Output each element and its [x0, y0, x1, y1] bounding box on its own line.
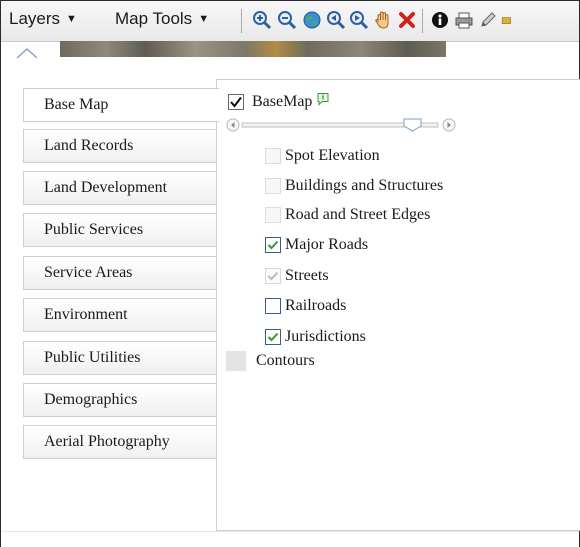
zoom-previous-icon[interactable]: [325, 9, 347, 31]
basemap-checkbox[interactable]: [228, 93, 244, 110]
layer-label: Streets: [285, 267, 329, 284]
map-tools-menu-label: Map Tools: [115, 9, 193, 28]
layer-checkbox[interactable]: [265, 298, 281, 314]
layer-label: Road and Street Edges: [285, 206, 431, 223]
tab-label: Land Records: [44, 137, 134, 154]
basemap-toggle[interactable]: BaseMap: [228, 92, 330, 111]
tab-environment[interactable]: Environment: [23, 298, 217, 332]
layer-spot-elevation[interactable]: Spot Elevation: [265, 147, 380, 165]
tab-demographics[interactable]: Demographics: [23, 383, 217, 417]
collapse-arrow-icon[interactable]: [16, 46, 38, 59]
layer-major-roads[interactable]: Major Roads: [265, 236, 368, 254]
tab-label: Environment: [44, 306, 128, 323]
tab-land-records[interactable]: Land Records: [23, 129, 217, 163]
tab-aerial-photography[interactable]: Aerial Photography: [23, 425, 217, 459]
tab-label: Base Map: [44, 96, 109, 113]
layer-railroads[interactable]: Railroads: [265, 297, 346, 315]
layer-label: Buildings and Structures: [285, 177, 444, 194]
layer-label: Jurisdictions: [285, 328, 366, 345]
tab-public-services[interactable]: Public Services: [23, 213, 217, 247]
zoom-out-icon[interactable]: [276, 9, 298, 31]
contours-toggle[interactable]: Contours: [226, 351, 315, 371]
tab-land-development[interactable]: Land Development: [23, 171, 217, 205]
more-tools-icon[interactable]: [501, 9, 513, 31]
draw-pencil-icon[interactable]: [477, 9, 499, 31]
tab-label: Public Services: [44, 221, 144, 238]
tab-label: Demographics: [44, 391, 138, 408]
layer-label: Spot Elevation: [285, 147, 380, 164]
layer-checkbox[interactable]: [265, 237, 281, 253]
contours-label: Contours: [256, 352, 315, 369]
chevron-down-icon: ▼: [198, 13, 210, 25]
layer-checkbox[interactable]: [265, 268, 281, 284]
zoom-in-icon[interactable]: [251, 9, 273, 31]
layer-jurisdictions[interactable]: Jurisdictions: [265, 328, 366, 346]
pan-hand-icon[interactable]: [372, 9, 394, 31]
toolbar-separator: [422, 9, 423, 33]
tab-base-map[interactable]: Base Map: [23, 88, 219, 122]
info-icon[interactable]: [316, 92, 330, 111]
clear-icon[interactable]: [396, 9, 418, 31]
tab-service-areas[interactable]: Service Areas: [23, 256, 217, 290]
layer-streets[interactable]: Streets: [265, 267, 329, 285]
layer-buildings-and-structures[interactable]: Buildings and Structures: [265, 177, 443, 195]
layer-checkbox[interactable]: [265, 329, 281, 345]
layer-checkbox[interactable]: [265, 148, 281, 164]
globe-icon[interactable]: [301, 9, 323, 31]
layers-menu-label: Layers: [9, 9, 61, 28]
map-tools-menu[interactable]: Map Tools ▼: [115, 9, 209, 29]
layer-checkbox[interactable]: [265, 207, 281, 223]
opacity-slider[interactable]: [226, 117, 462, 133]
tab-label: Land Development: [44, 179, 168, 196]
layers-menu[interactable]: Layers ▼: [9, 9, 77, 29]
chevron-down-icon: ▼: [66, 13, 77, 25]
contours-checkbox[interactable]: [226, 351, 246, 371]
toolbar: Layers ▼ Map Tools ▼: [1, 1, 579, 42]
basemap-label: BaseMap: [252, 92, 313, 110]
identify-icon[interactable]: [429, 9, 451, 31]
tab-label: Service Areas: [44, 264, 133, 281]
toolbar-separator: [241, 9, 242, 33]
tab-public-utilities[interactable]: Public Utilities: [23, 341, 217, 375]
layer-checkbox[interactable]: [265, 178, 281, 194]
map-preview-strip: [60, 41, 446, 57]
status-strip: [1, 531, 579, 547]
layer-label: Railroads: [285, 297, 347, 314]
zoom-next-icon[interactable]: [348, 9, 370, 31]
layer-road-and-street-edges[interactable]: Road and Street Edges: [265, 206, 430, 224]
layer-label: Major Roads: [285, 236, 369, 253]
print-icon[interactable]: [453, 9, 475, 31]
tab-label: Public Utilities: [44, 349, 141, 366]
tab-label: Aerial Photography: [44, 433, 170, 450]
